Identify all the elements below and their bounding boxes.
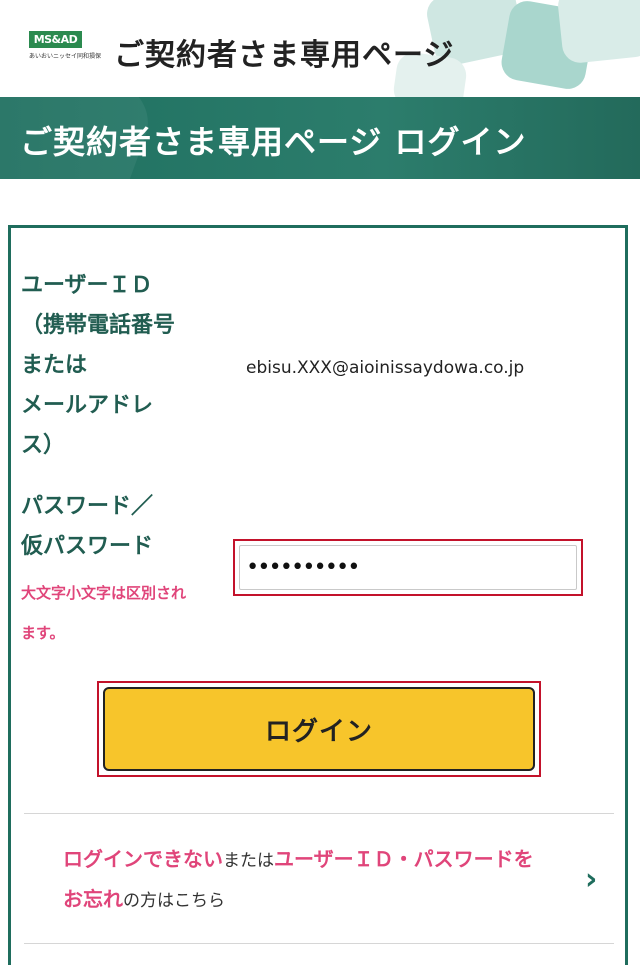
login-highlight: ログイン [97,681,541,777]
puzzle-decoration [556,0,640,65]
forgot-credentials-link[interactable]: ログインできないまたはユーザーＩＤ・パスワードを お忘れの方はこちら [63,840,593,920]
page-banner: ご契約者さま専用ページ ログイン [0,97,640,179]
help-text-part: の方はこちら [123,891,225,911]
password-highlight [233,539,583,596]
user-id-field[interactable]: ebisu.XXX@aioinissaydowa.co.jp [238,340,586,395]
company-name: あいおいニッセイ同和損保 [29,53,102,60]
label-line: パスワード／ [21,494,154,519]
password-input[interactable] [239,545,577,590]
top-header: MS&AD あいおいニッセイ同和損保 ご契約者さま専用ページ [0,0,640,97]
label-line: ス） [21,433,66,458]
site-title: ご契約者さま専用ページ [114,38,455,73]
company-logo: MS&AD [29,31,82,48]
help-text-part: お忘れ [63,887,123,911]
page-title: ご契約者さま専用ページ ログイン [20,123,527,161]
label-line: ユーザーＩＤ [21,273,153,298]
help-text-part: または [223,851,274,871]
label-line: または [21,353,88,378]
label-line: （携帯電話番号 [21,313,176,338]
chevron-right-icon[interactable]: › [585,862,597,897]
help-text-part: ユーザーＩＤ・パスワードを [274,847,534,871]
note-line: 大文字小文字は区別され [21,584,187,602]
case-sensitive-note: 大文字小文字は区別され ます。 [21,573,221,653]
note-line: ます。 [21,624,65,642]
password-label: パスワード／ 仮パスワード [21,487,211,567]
divider [24,943,614,944]
help-text-part: ログインできない [63,847,223,871]
login-button[interactable]: ログイン [103,687,535,771]
help-text: ログインできないまたはユーザーＩＤ・パスワードを お忘れの方はこちら [63,840,593,920]
label-line: 仮パスワード [21,534,154,559]
user-id-label: ユーザーＩＤ （携帯電話番号 または メールアドレ ス） [21,266,211,466]
divider [24,813,614,814]
label-line: メールアドレ [21,393,154,418]
